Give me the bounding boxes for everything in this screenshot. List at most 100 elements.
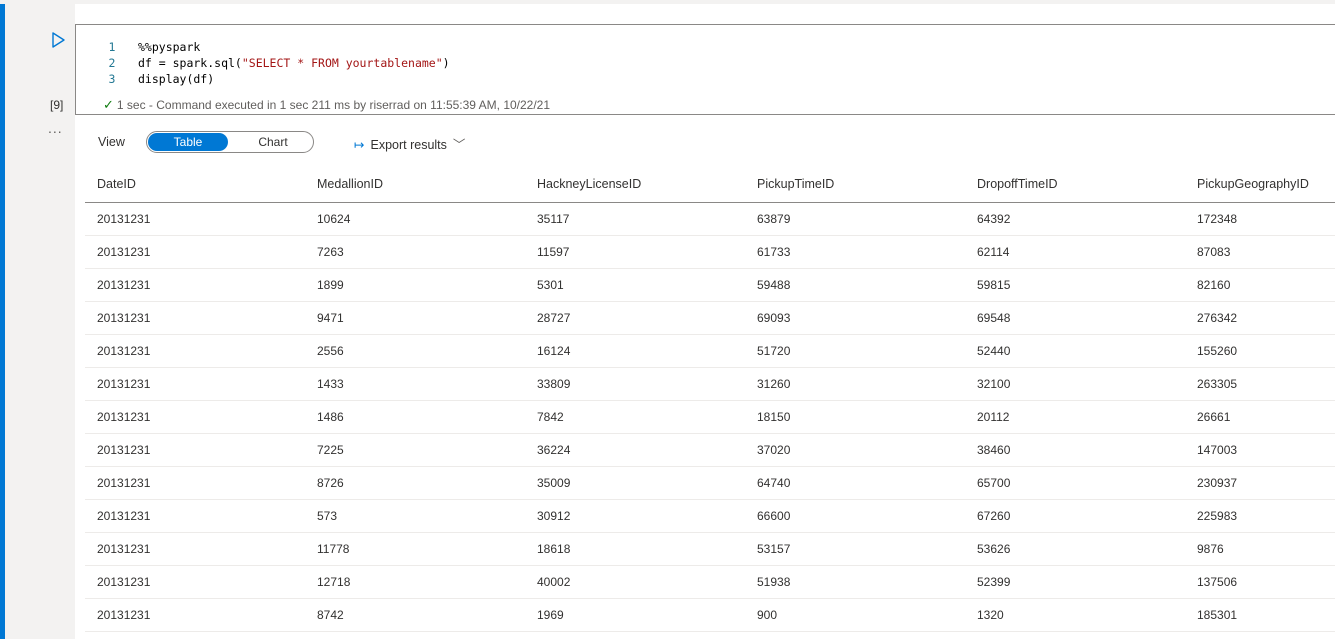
table-cell: 18150	[745, 400, 965, 434]
code-text: df = spark.sql("SELECT * FROM yourtablen…	[138, 55, 450, 71]
table-cell: 155260	[1185, 334, 1335, 368]
table-cell: 30912	[525, 499, 745, 533]
table-row: 20131231 11778 18618 53157 53626 9876	[85, 532, 1335, 566]
view-label: View	[98, 135, 125, 149]
table-cell: 52440	[965, 334, 1185, 368]
column-header[interactable]: DropoffTimeID	[965, 166, 1185, 203]
table-cell: 33809	[525, 367, 745, 401]
table-cell: 900	[745, 598, 965, 632]
code-editor[interactable]: 1 %%pyspark 2 df = spark.sql("SELECT * FROM…	[75, 24, 1335, 115]
table-cell: 1899	[305, 268, 525, 302]
table-cell: 20131231	[85, 565, 305, 599]
table-cell: 137506	[1185, 565, 1335, 599]
table-cell: 20131231	[85, 334, 305, 368]
table-cell: 52399	[965, 565, 1185, 599]
table-cell: 63879	[745, 202, 965, 236]
code-token: display(df)	[138, 72, 215, 86]
table-cell: 53157	[745, 532, 965, 566]
code-token: )	[442, 56, 450, 70]
table-cell: 172348	[1185, 202, 1335, 236]
table-cell: 7225	[305, 433, 525, 467]
table-cell: 51938	[745, 565, 965, 599]
table-cell: 573	[305, 499, 525, 533]
table-cell: 9876	[1185, 532, 1335, 566]
table-cell: 2556	[305, 334, 525, 368]
run-cell-icon[interactable]	[49, 31, 67, 49]
table-row: 20131231 1899 5301 59488 59815 82160	[85, 268, 1335, 302]
table-cell: 20131231	[85, 598, 305, 632]
cell-output: View Table Chart ↦ Export results ﹀ DateID…	[75, 116, 1335, 639]
header-row: DateID MedallionID HackneyLicenseID PickupT…	[85, 166, 1335, 203]
table-cell: 18618	[525, 532, 745, 566]
table-row: 20131231 1433 33809 31260 32100 263305	[85, 367, 1335, 401]
table-cell: 11597	[525, 235, 745, 269]
table-cell: 20131231	[85, 499, 305, 533]
table-cell: 20131231	[85, 466, 305, 500]
more-options-button[interactable]: ...	[48, 120, 63, 136]
column-header[interactable]: PickupTimeID	[745, 166, 965, 203]
table-cell: 1433	[305, 367, 525, 401]
code-token: %%pyspark	[138, 40, 201, 54]
table-cell: 59488	[745, 268, 965, 302]
table-cell: 1320	[965, 598, 1185, 632]
table-cell: 185301	[1185, 598, 1335, 632]
table-cell: 31260	[745, 367, 965, 401]
results-table: DateID MedallionID HackneyLicenseID PickupT…	[85, 166, 1335, 632]
column-header[interactable]: HackneyLicenseID	[525, 166, 745, 203]
table-cell: 8742	[305, 598, 525, 632]
top-strip	[0, 0, 1335, 4]
column-header[interactable]: PickupGeographyID	[1185, 166, 1335, 203]
table-cell: 230937	[1185, 466, 1335, 500]
table-cell: 26661	[1185, 400, 1335, 434]
table-cell: 20131231	[85, 367, 305, 401]
table-cell: 7263	[305, 235, 525, 269]
table-cell: 65700	[965, 466, 1185, 500]
table-cell: 64392	[965, 202, 1185, 236]
code-string: "SELECT * FROM yourtablename"	[241, 56, 443, 70]
table-cell: 67260	[965, 499, 1185, 533]
table-cell: 11778	[305, 532, 525, 566]
table-row: 20131231 2556 16124 51720 52440 155260	[85, 334, 1335, 368]
table-cell: 20131231	[85, 400, 305, 434]
table-cell: 225983	[1185, 499, 1335, 533]
table-cell: 20131231	[85, 235, 305, 269]
table-row: 20131231 9471 28727 69093 69548 276342	[85, 301, 1335, 335]
table-cell: 37020	[745, 433, 965, 467]
cell-gutter	[0, 0, 75, 639]
table-cell: 147003	[1185, 433, 1335, 467]
execution-status: ✓ 1 sec - Command executed in 1 sec 211 m…	[103, 97, 550, 113]
table-cell: 5301	[525, 268, 745, 302]
table-cell: 69093	[745, 301, 965, 335]
chevron-down-icon: ﹀	[452, 138, 466, 152]
column-header[interactable]: MedallionID	[305, 166, 525, 203]
export-results-label: Export results	[370, 138, 447, 152]
table-cell: 59815	[965, 268, 1185, 302]
table-cell: 53626	[965, 532, 1185, 566]
table-row: 20131231 1486 7842 18150 20112 26661	[85, 400, 1335, 434]
code-text: display(df)	[138, 71, 214, 87]
table-cell: 69548	[965, 301, 1185, 335]
table-body: 20131231 10624 35117 63879 64392 172348 201312…	[85, 202, 1335, 632]
table-row: 20131231 12718 40002 51938 52399 137506	[85, 565, 1335, 599]
table-cell: 20131231	[85, 268, 305, 302]
export-arrow-icon: ↦	[354, 138, 365, 152]
line-number: 3	[108, 72, 116, 86]
table-cell: 8726	[305, 466, 525, 500]
table-cell: 87083	[1185, 235, 1335, 269]
chart-view-button[interactable]: Chart	[233, 133, 313, 151]
table-view-button[interactable]: Table	[148, 133, 228, 151]
view-toggle: Table Chart	[146, 131, 314, 153]
table-cell: 20131231	[85, 301, 305, 335]
code-text: %%pyspark	[138, 39, 200, 55]
table-cell: 7842	[525, 400, 745, 434]
table-cell: 1969	[525, 598, 745, 632]
table-row: 20131231 8726 35009 64740 65700 230937	[85, 466, 1335, 500]
table-cell: 28727	[525, 301, 745, 335]
export-results-button[interactable]: ↦ Export results ﹀	[354, 134, 465, 153]
table-cell: 20131231	[85, 532, 305, 566]
line-number: 2	[108, 56, 116, 70]
table-cell: 20131231	[85, 202, 305, 236]
table-row: 20131231 10624 35117 63879 64392 172348	[85, 202, 1335, 236]
table-cell: 62114	[965, 235, 1185, 269]
column-header[interactable]: DateID	[85, 166, 305, 203]
